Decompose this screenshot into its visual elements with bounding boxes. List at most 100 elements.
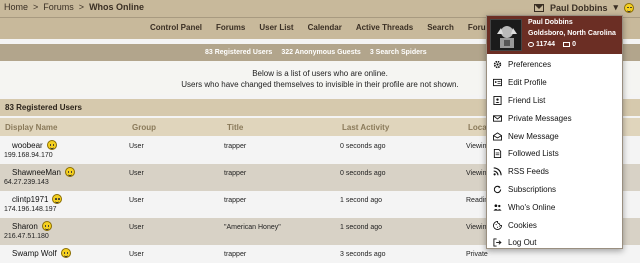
user-dropdown-menu: Paul Dobbins Goldsboro, North Carolina 1…	[486, 15, 623, 249]
menu-item-label: Preferences	[508, 60, 552, 70]
breadcrumb-separator: >	[78, 2, 85, 12]
menu-item-new-message[interactable]: New Message	[487, 127, 622, 145]
id-card-icon	[492, 78, 502, 88]
breadcrumb-current: Whos Online	[89, 2, 145, 12]
profile-location: Goldsboro, North Carolina	[528, 30, 616, 37]
user-location: Readin	[466, 197, 489, 204]
users-icon	[492, 202, 502, 212]
user-group: User	[129, 143, 144, 150]
user-last-activity: 0 seconds ago	[340, 170, 386, 177]
smiley-icon	[64, 167, 75, 177]
user-menu-toggle[interactable]: Paul Dobbins	[550, 3, 608, 13]
menu-item-private-messages[interactable]: Private Messages	[487, 109, 622, 127]
user-title: trapper	[224, 170, 247, 177]
user-bar: Paul Dobbins ▾	[533, 2, 634, 13]
menu-item-label: Edit Profile	[508, 78, 547, 88]
breadcrumb-home[interactable]: Home	[4, 2, 28, 12]
user-ip: 174.196.148.197	[4, 206, 57, 213]
menu-item-whos-online[interactable]: Who's Online	[487, 198, 622, 216]
smiley-icon	[41, 221, 52, 231]
menu-item-edit-profile[interactable]: Edit Profile	[487, 74, 622, 92]
user-ip: 216.47.51.180	[4, 233, 49, 240]
envelope-icon[interactable]	[533, 3, 544, 12]
nav-search[interactable]: Search	[427, 23, 454, 32]
user-group: User	[129, 251, 144, 258]
menu-item-preferences[interactable]: Preferences	[487, 56, 622, 74]
menu-item-label: Cookies	[508, 220, 537, 230]
user-title: trapper	[224, 197, 247, 204]
smiley-icon	[46, 140, 57, 150]
column-location[interactable]: Loca	[468, 123, 487, 132]
avatar[interactable]	[490, 19, 522, 51]
menu-item-label: Subscriptions	[508, 184, 557, 194]
menu-item-subscriptions[interactable]: Subscriptions	[487, 181, 622, 199]
nav-calendar[interactable]: Calendar	[308, 23, 342, 32]
profile-name[interactable]: Paul Dobbins	[528, 19, 573, 26]
logout-icon	[492, 238, 502, 248]
document-icon	[492, 149, 502, 159]
user-name-link[interactable]: Swamp Wolf	[12, 249, 57, 258]
menu-item-label: RSS Feeds	[508, 167, 549, 177]
user-name-link[interactable]: woobear	[12, 141, 43, 150]
stat-registered-users: 83 Registered Users	[205, 49, 273, 56]
cookie-icon	[492, 220, 502, 230]
user-name-link[interactable]: ShawneeMan	[12, 168, 61, 177]
breadcrumb-forums[interactable]: Forums	[43, 2, 74, 12]
address-book-icon	[492, 95, 502, 105]
menu-item-rss-feeds[interactable]: RSS Feeds	[487, 163, 622, 181]
menu-item-log-out[interactable]: Log Out	[487, 234, 622, 252]
user-name-link[interactable]: Sharon	[12, 222, 38, 231]
user-group: User	[129, 170, 144, 177]
menu-item-label: Log Out	[508, 238, 537, 248]
envelope-open-icon	[492, 131, 502, 141]
user-location: Viewin	[466, 143, 487, 150]
comment-icon	[528, 42, 534, 47]
chevron-down-icon[interactable]: ▾	[613, 2, 618, 13]
menu-item-followed-lists[interactable]: Followed Lists	[487, 145, 622, 163]
envelope-icon	[563, 42, 571, 47]
nav-control-panel[interactable]: Control Panel	[150, 23, 202, 32]
smiley-icon	[624, 2, 634, 13]
user-location: Viewin	[466, 170, 487, 177]
user-group: User	[129, 224, 144, 231]
user-title: trapper	[224, 143, 247, 150]
stat-anonymous-guests: 322 Anonymous Guests	[281, 49, 361, 56]
user-location: Viewin	[466, 224, 487, 231]
dropdown-menu-list: Preferences Edit Profile Friend List Pri…	[487, 56, 622, 252]
envelope-icon	[492, 113, 502, 123]
user-last-activity: 3 seconds ago	[340, 251, 386, 258]
profile-post-count: 11744	[536, 41, 556, 48]
user-last-activity: 1 second ago	[340, 197, 383, 204]
breadcrumb: Home > Forums > Whos Online	[4, 2, 144, 12]
menu-item-label: Friend List	[508, 95, 546, 105]
nav-forums[interactable]: Forums	[216, 23, 245, 32]
user-title: "American Honey"	[224, 224, 281, 231]
menu-item-friend-list[interactable]: Friend List	[487, 92, 622, 110]
rss-icon	[492, 167, 502, 177]
refresh-icon	[492, 184, 502, 194]
nav-user-list[interactable]: User List	[259, 23, 293, 32]
user-group: User	[129, 197, 144, 204]
menu-item-cookies[interactable]: Cookies	[487, 216, 622, 234]
menu-item-label: Followed Lists	[508, 149, 559, 159]
user-ip: 199.168.94.170	[4, 152, 53, 159]
column-title[interactable]: Title	[227, 123, 243, 132]
stat-search-spiders: 3 Search Spiders	[369, 49, 427, 56]
user-title: trapper	[224, 251, 247, 258]
nav-active-threads[interactable]: Active Threads	[356, 23, 413, 32]
menu-item-label: Who's Online	[508, 202, 556, 212]
user-ip: 64.27.239.143	[4, 179, 49, 186]
profile-header: Paul Dobbins Goldsboro, North Carolina 1…	[487, 16, 622, 54]
smiley-icon	[60, 248, 71, 258]
menu-item-label: Private Messages	[508, 113, 572, 123]
smiley-icon	[52, 194, 63, 204]
user-location: Private	[466, 251, 488, 258]
column-last-activity[interactable]: Last Activity	[342, 123, 389, 132]
user-last-activity: 0 seconds ago	[340, 143, 386, 150]
column-group[interactable]: Group	[132, 123, 156, 132]
user-last-activity: 1 second ago	[340, 224, 383, 231]
gear-icon	[492, 60, 502, 70]
column-display-name[interactable]: Display Name	[5, 123, 57, 132]
profile-message-count: 0	[572, 41, 576, 48]
user-name-link[interactable]: clintp1971	[12, 195, 48, 204]
